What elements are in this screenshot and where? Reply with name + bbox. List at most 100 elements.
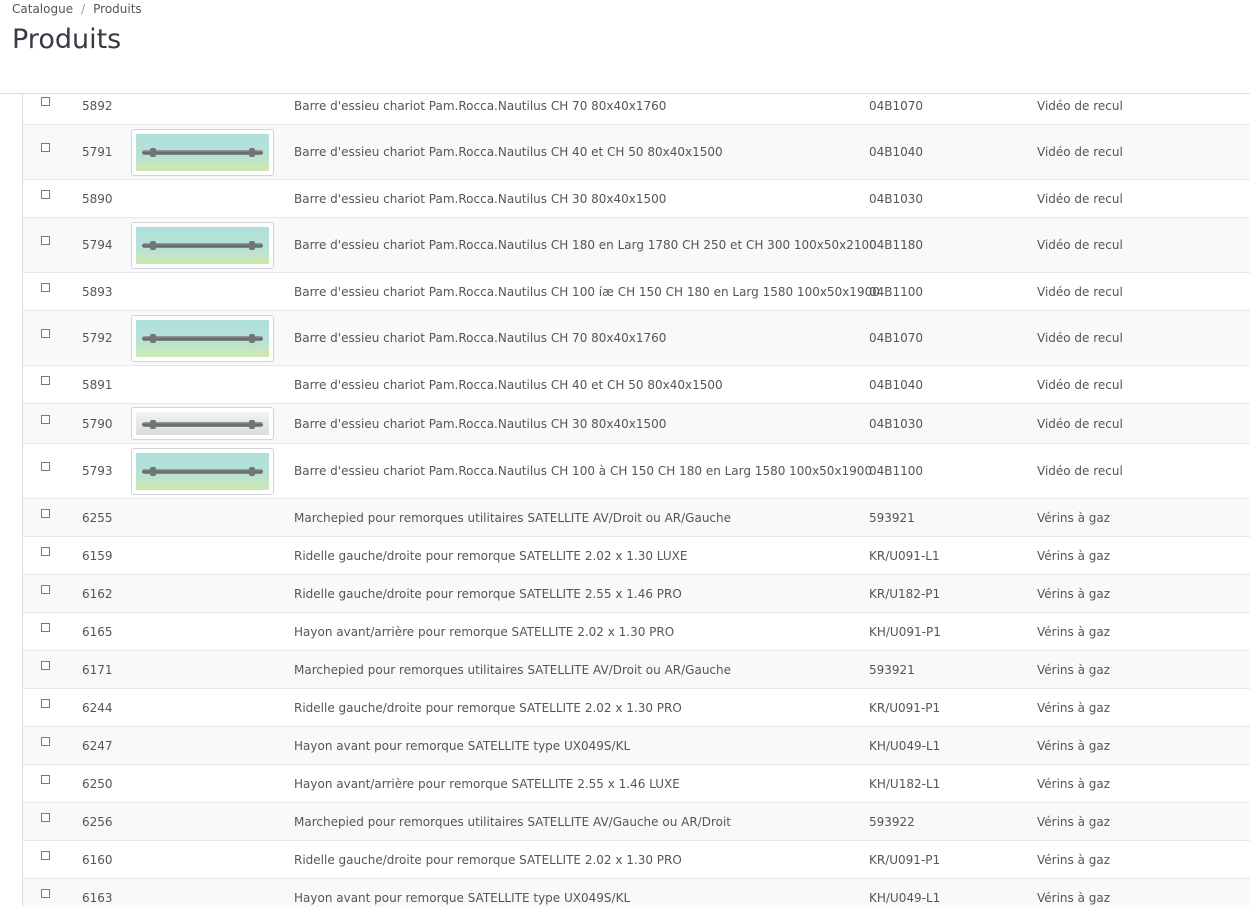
product-name[interactable]: Barre d'essieu chariot Pam.Rocca.Nautilu… bbox=[294, 238, 877, 252]
product-thumbnail[interactable] bbox=[131, 129, 274, 176]
product-id: 6247 bbox=[82, 739, 113, 753]
product-category: Vidéo de recul bbox=[1037, 238, 1123, 252]
breadcrumb-catalogue-link[interactable]: Catalogue bbox=[12, 2, 73, 16]
table-row[interactable]: 6165 Hayon avant/arrière pour remorque SA… bbox=[23, 613, 1250, 651]
breadcrumb-separator: / bbox=[81, 2, 86, 16]
axle-bar-shape bbox=[142, 241, 263, 251]
table-row[interactable]: 5892 Barre d'essieu chariot Pam.Rocca.Nau… bbox=[23, 94, 1250, 125]
product-reference: KH/U091-P1 bbox=[869, 625, 941, 639]
product-category: Vérins à gaz bbox=[1037, 549, 1111, 563]
product-id: 6256 bbox=[82, 815, 113, 829]
product-reference: 04B1180 bbox=[869, 238, 924, 252]
table-row[interactable]: 5790 Barre d'essieu chariot Pam.Rocca.Nau… bbox=[23, 404, 1250, 444]
product-category: Vérins à gaz bbox=[1037, 777, 1111, 791]
product-name[interactable]: Barre d'essieu chariot Pam.Rocca.Nautilu… bbox=[294, 464, 872, 478]
table-row[interactable]: 5893 Barre d'essieu chariot Pam.Rocca.Nau… bbox=[23, 273, 1250, 311]
product-thumbnail[interactable] bbox=[131, 222, 274, 269]
product-id: 5790 bbox=[82, 417, 113, 431]
table-row[interactable]: 5792 Barre d'essieu chariot Pam.Rocca.Nau… bbox=[23, 311, 1250, 366]
product-name[interactable]: Ridelle gauche/droite pour remorque SATE… bbox=[294, 701, 682, 715]
product-category: Vidéo de recul bbox=[1037, 285, 1123, 299]
product-category: Vérins à gaz bbox=[1037, 701, 1111, 715]
axle-bar-image bbox=[136, 412, 269, 435]
product-name[interactable]: Barre d'essieu chariot Pam.Rocca.Nautilu… bbox=[294, 331, 666, 345]
table-row[interactable]: 6250 Hayon avant/arrière pour remorque SA… bbox=[23, 765, 1250, 803]
row-checkbox[interactable] bbox=[41, 329, 50, 338]
product-reference: 04B1070 bbox=[869, 331, 924, 345]
product-name[interactable]: Hayon avant/arrière pour remorque SATELL… bbox=[294, 777, 680, 791]
product-name[interactable]: Barre d'essieu chariot Pam.Rocca.Nautilu… bbox=[294, 99, 666, 113]
table-row[interactable]: 6159 Ridelle gauche/droite pour remorque … bbox=[23, 537, 1250, 575]
product-reference: 593921 bbox=[869, 511, 915, 525]
row-checkbox[interactable] bbox=[41, 509, 50, 518]
table-row[interactable]: 6256 Marchepied pour remorques utilitaire… bbox=[23, 803, 1250, 841]
product-reference: 593922 bbox=[869, 815, 915, 829]
table-row[interactable]: 6171 Marchepied pour remorques utilitaire… bbox=[23, 651, 1250, 689]
product-name[interactable]: Ridelle gauche/droite pour remorque SATE… bbox=[294, 549, 687, 563]
table-row[interactable]: 5890 Barre d'essieu chariot Pam.Rocca.Nau… bbox=[23, 180, 1250, 218]
row-checkbox[interactable] bbox=[41, 190, 50, 199]
row-checkbox[interactable] bbox=[41, 283, 50, 292]
product-name[interactable]: Marchepied pour remorques utilitaires SA… bbox=[294, 815, 731, 829]
table-row[interactable]: 5794 Barre d'essieu chariot Pam.Rocca.Nau… bbox=[23, 218, 1250, 273]
row-checkbox[interactable] bbox=[41, 623, 50, 632]
product-name[interactable]: Hayon avant/arrière pour remorque SATELL… bbox=[294, 625, 674, 639]
row-checkbox[interactable] bbox=[41, 699, 50, 708]
product-reference: 04B1100 bbox=[869, 464, 924, 478]
product-name[interactable]: Barre d'essieu chariot Pam.Rocca.Nautilu… bbox=[294, 192, 666, 206]
product-name[interactable]: Barre d'essieu chariot Pam.Rocca.Nautilu… bbox=[294, 378, 723, 392]
row-checkbox[interactable] bbox=[41, 851, 50, 860]
table-row[interactable]: 6244 Ridelle gauche/droite pour remorque … bbox=[23, 689, 1250, 727]
table-row[interactable]: 6162 Ridelle gauche/droite pour remorque … bbox=[23, 575, 1250, 613]
product-reference: 04B1070 bbox=[869, 99, 924, 113]
product-id: 6165 bbox=[82, 625, 113, 639]
product-category: Vidéo de recul bbox=[1037, 417, 1123, 431]
product-name[interactable]: Ridelle gauche/droite pour remorque SATE… bbox=[294, 587, 682, 601]
product-name[interactable]: Barre d'essieu chariot Pam.Rocca.Nautilu… bbox=[294, 145, 723, 159]
page-header: Catalogue / Produits Produits bbox=[0, 0, 1250, 94]
row-checkbox[interactable] bbox=[41, 462, 50, 471]
row-checkbox[interactable] bbox=[41, 585, 50, 594]
product-reference: 04B1030 bbox=[869, 417, 924, 431]
breadcrumb-current: Produits bbox=[93, 2, 142, 16]
row-checkbox[interactable] bbox=[41, 97, 50, 106]
row-checkbox[interactable] bbox=[41, 236, 50, 245]
product-category: Vérins à gaz bbox=[1037, 853, 1111, 867]
product-name[interactable]: Marchepied pour remorques utilitaires SA… bbox=[294, 511, 731, 525]
table-row[interactable]: 6160 Ridelle gauche/droite pour remorque … bbox=[23, 841, 1250, 879]
product-id: 5794 bbox=[82, 238, 113, 252]
table-row[interactable]: 5891 Barre d'essieu chariot Pam.Rocca.Nau… bbox=[23, 366, 1250, 404]
product-category: Vérins à gaz bbox=[1037, 739, 1111, 753]
product-reference: 04B1030 bbox=[869, 192, 924, 206]
row-checkbox[interactable] bbox=[41, 813, 50, 822]
table-row[interactable]: 6255 Marchepied pour remorques utilitaire… bbox=[23, 499, 1250, 537]
table-row[interactable]: 5793 Barre d'essieu chariot Pam.Rocca.Nau… bbox=[23, 444, 1250, 499]
row-checkbox[interactable] bbox=[41, 889, 50, 898]
row-checkbox[interactable] bbox=[41, 415, 50, 424]
product-id: 5891 bbox=[82, 378, 113, 392]
table-row[interactable]: 6163 Hayon avant pour remorque SATELLITE … bbox=[23, 879, 1250, 907]
product-name[interactable]: Barre d'essieu chariot Pam.Rocca.Nautilu… bbox=[294, 417, 666, 431]
row-checkbox[interactable] bbox=[41, 775, 50, 784]
product-name[interactable]: Ridelle gauche/droite pour remorque SATE… bbox=[294, 853, 682, 867]
product-reference: KR/U182-P1 bbox=[869, 587, 941, 601]
row-checkbox[interactable] bbox=[41, 737, 50, 746]
product-name[interactable]: Hayon avant pour remorque SATELLITE type… bbox=[294, 891, 630, 905]
axle-bar-shape bbox=[142, 420, 263, 430]
product-id: 5792 bbox=[82, 331, 113, 345]
row-checkbox[interactable] bbox=[41, 376, 50, 385]
row-checkbox[interactable] bbox=[41, 143, 50, 152]
product-name[interactable]: Barre d'essieu chariot Pam.Rocca.Nautilu… bbox=[294, 285, 880, 299]
row-checkbox[interactable] bbox=[41, 661, 50, 670]
product-category: Vidéo de recul bbox=[1037, 192, 1123, 206]
product-name[interactable]: Hayon avant pour remorque SATELLITE type… bbox=[294, 739, 630, 753]
product-thumbnail[interactable] bbox=[131, 448, 274, 495]
row-checkbox[interactable] bbox=[41, 547, 50, 556]
product-id: 5791 bbox=[82, 145, 113, 159]
product-reference: KH/U049-L1 bbox=[869, 739, 941, 753]
table-row[interactable]: 6247 Hayon avant pour remorque SATELLITE … bbox=[23, 727, 1250, 765]
product-thumbnail[interactable] bbox=[131, 407, 274, 440]
table-row[interactable]: 5791 Barre d'essieu chariot Pam.Rocca.Nau… bbox=[23, 125, 1250, 180]
product-thumbnail[interactable] bbox=[131, 315, 274, 362]
product-name[interactable]: Marchepied pour remorques utilitaires SA… bbox=[294, 663, 731, 677]
